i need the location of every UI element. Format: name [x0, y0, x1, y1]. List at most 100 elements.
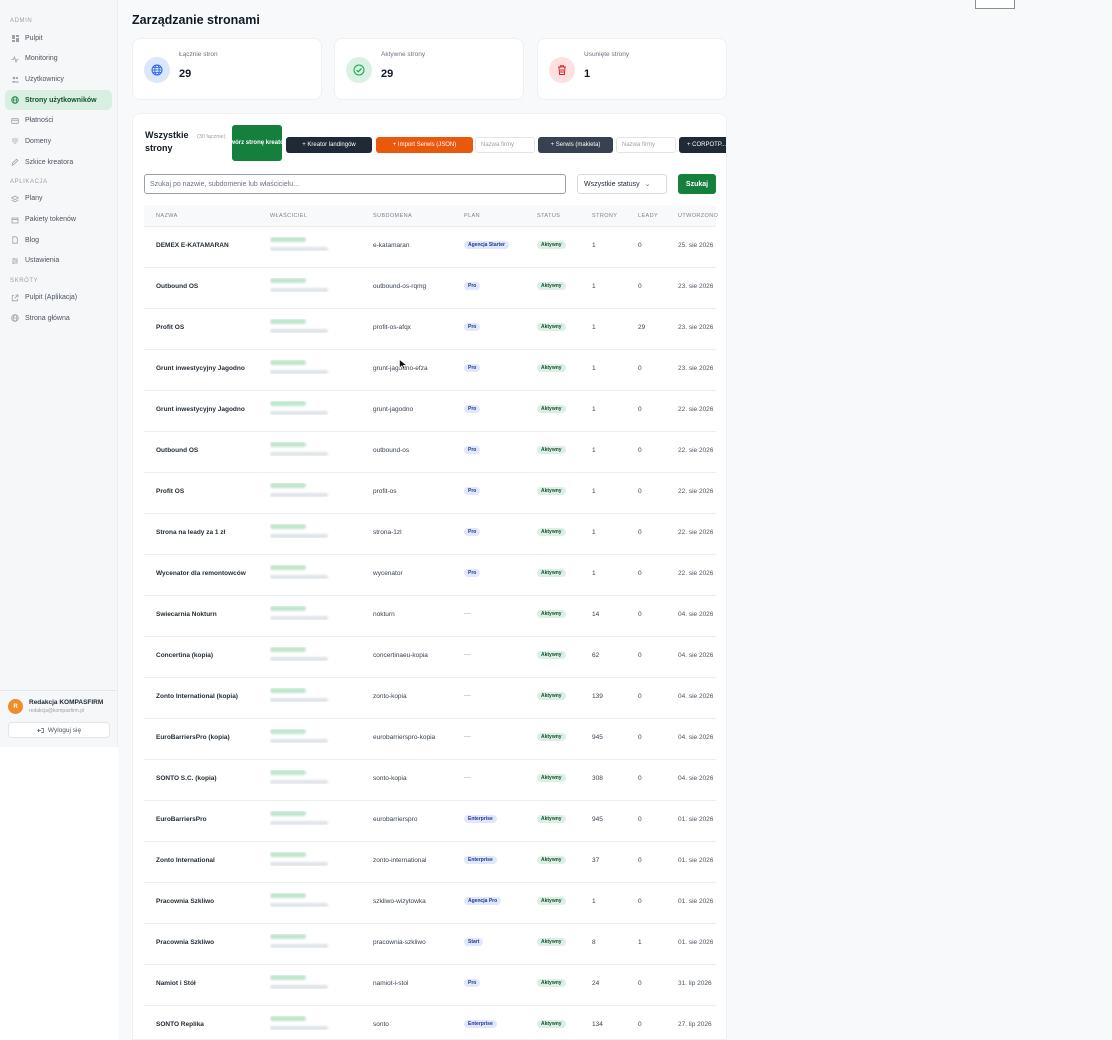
table-row[interactable]: Outbound OS outbound-os-rqmg Pro Aktywny 1 0 2… — [144, 268, 716, 309]
sidebar-item-ustawienia[interactable]: Ustawienia — [5, 251, 112, 271]
table-row[interactable]: Profit OS profit-os Pro Aktywny 1 0 22. sie 20… — [144, 473, 716, 514]
sidebar-item-pulpit-aplikacja-[interactable]: Pulpit (Aplikacja) — [5, 288, 112, 308]
site-name[interactable]: Wycenator dla remontowców — [156, 570, 264, 577]
column-header[interactable]: STATUS — [537, 213, 560, 219]
column-header[interactable]: NAZWA — [156, 213, 178, 219]
top-right-button[interactable] — [975, 0, 1015, 9]
sidebar-item-pulpit[interactable]: Pulpit — [5, 28, 112, 48]
sidebar-item-plany[interactable]: Plany — [5, 189, 112, 209]
owner-redacted — [270, 442, 360, 456]
table-row[interactable]: Concertina (kopia) concertinaeu-kopia — Akt… — [144, 637, 716, 678]
table-row[interactable]: Namiot i Stół namiot-i-stol Pro Aktywny 24 0 3… — [144, 965, 716, 1006]
table-row[interactable]: DEMEX E-KATAMARAN e-katamaran Agencja Star… — [144, 227, 716, 268]
site-name[interactable]: Pracownia Szkliwo — [156, 939, 264, 946]
corporate-button[interactable]: + CORPOTP... — [679, 137, 726, 153]
site-name[interactable]: Grunt inwestycyjny Jagodno — [156, 365, 264, 372]
create-with-builder-button[interactable]: + Stwórz stronę kreatorem — [232, 125, 282, 161]
table-row[interactable]: Pracownia Szkliwo pracownia-szkliwo Start A… — [144, 924, 716, 965]
table-row[interactable]: Zonto International zonto-international En… — [144, 842, 716, 883]
table-row[interactable]: Grunt inwestycyjny Jagodno grunt-jagodno-… — [144, 350, 716, 391]
site-name[interactable]: DEMEX E-KATAMARAN — [156, 242, 264, 249]
pages-count: 62 — [592, 652, 600, 659]
site-name[interactable]: Zonto International — [156, 857, 264, 864]
table-row[interactable]: Outbound OS outbound-os Pro Aktywny 1 0 22. si… — [144, 432, 716, 473]
table-row[interactable]: Pracownia Szkliwo szkliwo-wizytowka Agencj… — [144, 883, 716, 924]
sidebar-item-label: Domeny — [25, 137, 52, 145]
subdomain: namiot-i-stol — [373, 980, 409, 987]
site-name[interactable]: Zonto International (kopia) — [156, 693, 264, 700]
sidebar-item-domeny[interactable]: Domeny — [5, 131, 112, 151]
company-name-input-2[interactable]: Nazwa firmy — [616, 137, 676, 153]
column-header[interactable]: STRONY — [592, 213, 617, 219]
company-name-input[interactable]: Nazwa firmy — [475, 137, 535, 153]
plan-cell: Pro — [464, 405, 481, 413]
site-name[interactable]: Strona na leady za 1 zł — [156, 529, 264, 536]
user-email: redakcja@kompasfirm.pl — [29, 708, 85, 714]
table-row[interactable]: Profit OS profit-os-afqx Pro Aktywny 1 29 23. … — [144, 309, 716, 350]
site-name[interactable]: SONTO Replika — [156, 1021, 264, 1028]
sidebar-item-label: Monitoring — [25, 55, 58, 63]
sidebar-item-użytkownicy[interactable]: Użytkownicy — [5, 69, 112, 89]
logout-button[interactable]: Wyloguj się — [8, 722, 110, 738]
file-icon — [11, 236, 19, 244]
site-name[interactable]: EuroBarriersPro (kopia) — [156, 734, 264, 741]
pages-count: 24 — [592, 980, 600, 987]
owner-redacted — [270, 1016, 360, 1030]
sidebar-item-strona-główna[interactable]: Strona główna — [5, 308, 112, 328]
site-name[interactable]: Outbound OS — [156, 447, 264, 454]
sidebar-item-blog[interactable]: Blog — [5, 230, 112, 250]
plan-empty: — — [464, 610, 471, 617]
column-header[interactable]: UTWORZONO — [678, 213, 718, 219]
created-date: 31. lip 2026 — [678, 980, 712, 987]
site-name[interactable]: Concertina (kopia) — [156, 652, 264, 659]
table-row[interactable]: SONTO Replika sonto Enterprise Aktywny 134 0 2… — [144, 1006, 716, 1039]
table-row[interactable]: Wycenator dla remontowców wycenator Pro Akt… — [144, 555, 716, 596]
plan-badge: Pro — [464, 569, 481, 577]
search-button[interactable]: Szukaj — [678, 174, 716, 194]
sidebar-item-pakiety-tokenów[interactable]: Pakiety tokenów — [5, 210, 112, 230]
mockup-button[interactable]: + Serwis (makieta) — [538, 137, 613, 153]
created-date: 01. sie 2026 — [678, 857, 714, 864]
import-json-button[interactable]: + Import Serwis (JSON) — [376, 137, 473, 153]
globe-icon — [11, 96, 19, 104]
site-name[interactable]: Profit OS — [156, 324, 264, 331]
plan-badge: Agencja Starter — [464, 241, 509, 249]
table-row[interactable]: Świecarnia Nokturn nokturn — Aktywny 14 0 04. … — [144, 596, 716, 637]
sidebar-nav: ADMIN Pulpit Monitoring Użytkownicy Strony u… — [0, 0, 117, 329]
sidebar-item-szkice-kreatora[interactable]: Szkice kreatora — [5, 152, 112, 172]
subdomain: szkliwo-wizytowka — [373, 898, 426, 905]
subdomain: e-katamaran — [373, 242, 410, 249]
sidebar-item-label: Strona główna — [25, 314, 70, 322]
sidebar-item-label: Pulpit — [25, 34, 43, 42]
column-header[interactable]: WŁAŚCICIEL — [270, 213, 307, 219]
table-row[interactable]: SONTO S.C. (kopia) sonto-kopia — Aktywny 308… — [144, 760, 716, 801]
site-name[interactable]: SONTO S.C. (kopia) — [156, 775, 264, 782]
site-name[interactable]: Świecarnia Nokturn — [156, 611, 264, 618]
site-name[interactable]: Outbound OS — [156, 283, 264, 290]
sidebar-item-strony-użytkowników[interactable]: Strony użytkowników — [5, 90, 112, 111]
sidebar-section-label: SKRÓTY — [10, 277, 39, 284]
column-header[interactable]: PLAN — [464, 213, 480, 219]
site-name[interactable]: Grunt inwestycyjny Jagodno — [156, 406, 264, 413]
status-badge: Aktywny — [537, 651, 566, 659]
table-row[interactable]: EuroBarriersPro eurobarrierspro Enterprise… — [144, 801, 716, 842]
created-date: 01. sie 2026 — [678, 939, 714, 946]
column-header[interactable]: SUBDOMENA — [373, 213, 412, 219]
site-name[interactable]: Profit OS — [156, 488, 264, 495]
table-row[interactable]: Grunt inwestycyjny Jagodno grunt-jagodno P… — [144, 391, 716, 432]
plan-cell: — — [464, 692, 471, 699]
sidebar-item-płatności[interactable]: Płatności — [5, 111, 112, 131]
column-header[interactable]: LEADY — [638, 213, 658, 219]
owner-redacted — [270, 524, 360, 538]
site-name[interactable]: EuroBarriersPro — [156, 816, 264, 823]
landing-builder-button[interactable]: + Kreator landingów — [286, 137, 372, 153]
status-select[interactable]: Wszystkie statusy ⌄ — [577, 174, 667, 194]
table-row[interactable]: Strona na leady za 1 zł strona-1zl Pro Akty… — [144, 514, 716, 555]
site-name[interactable]: Pracownia Szkliwo — [156, 898, 264, 905]
sidebar-item-monitoring[interactable]: Monitoring — [5, 49, 112, 69]
site-name[interactable]: Namiot i Stół — [156, 980, 264, 987]
table-row[interactable]: EuroBarriersPro (kopia) eurobarrierspro-k… — [144, 719, 716, 760]
table-row[interactable]: Zonto International (kopia) zonto-kopia — A… — [144, 678, 716, 719]
search-input[interactable]: Szukaj po nazwie, subdomenie lub właścic… — [144, 174, 566, 194]
owner-redacted — [270, 319, 360, 333]
